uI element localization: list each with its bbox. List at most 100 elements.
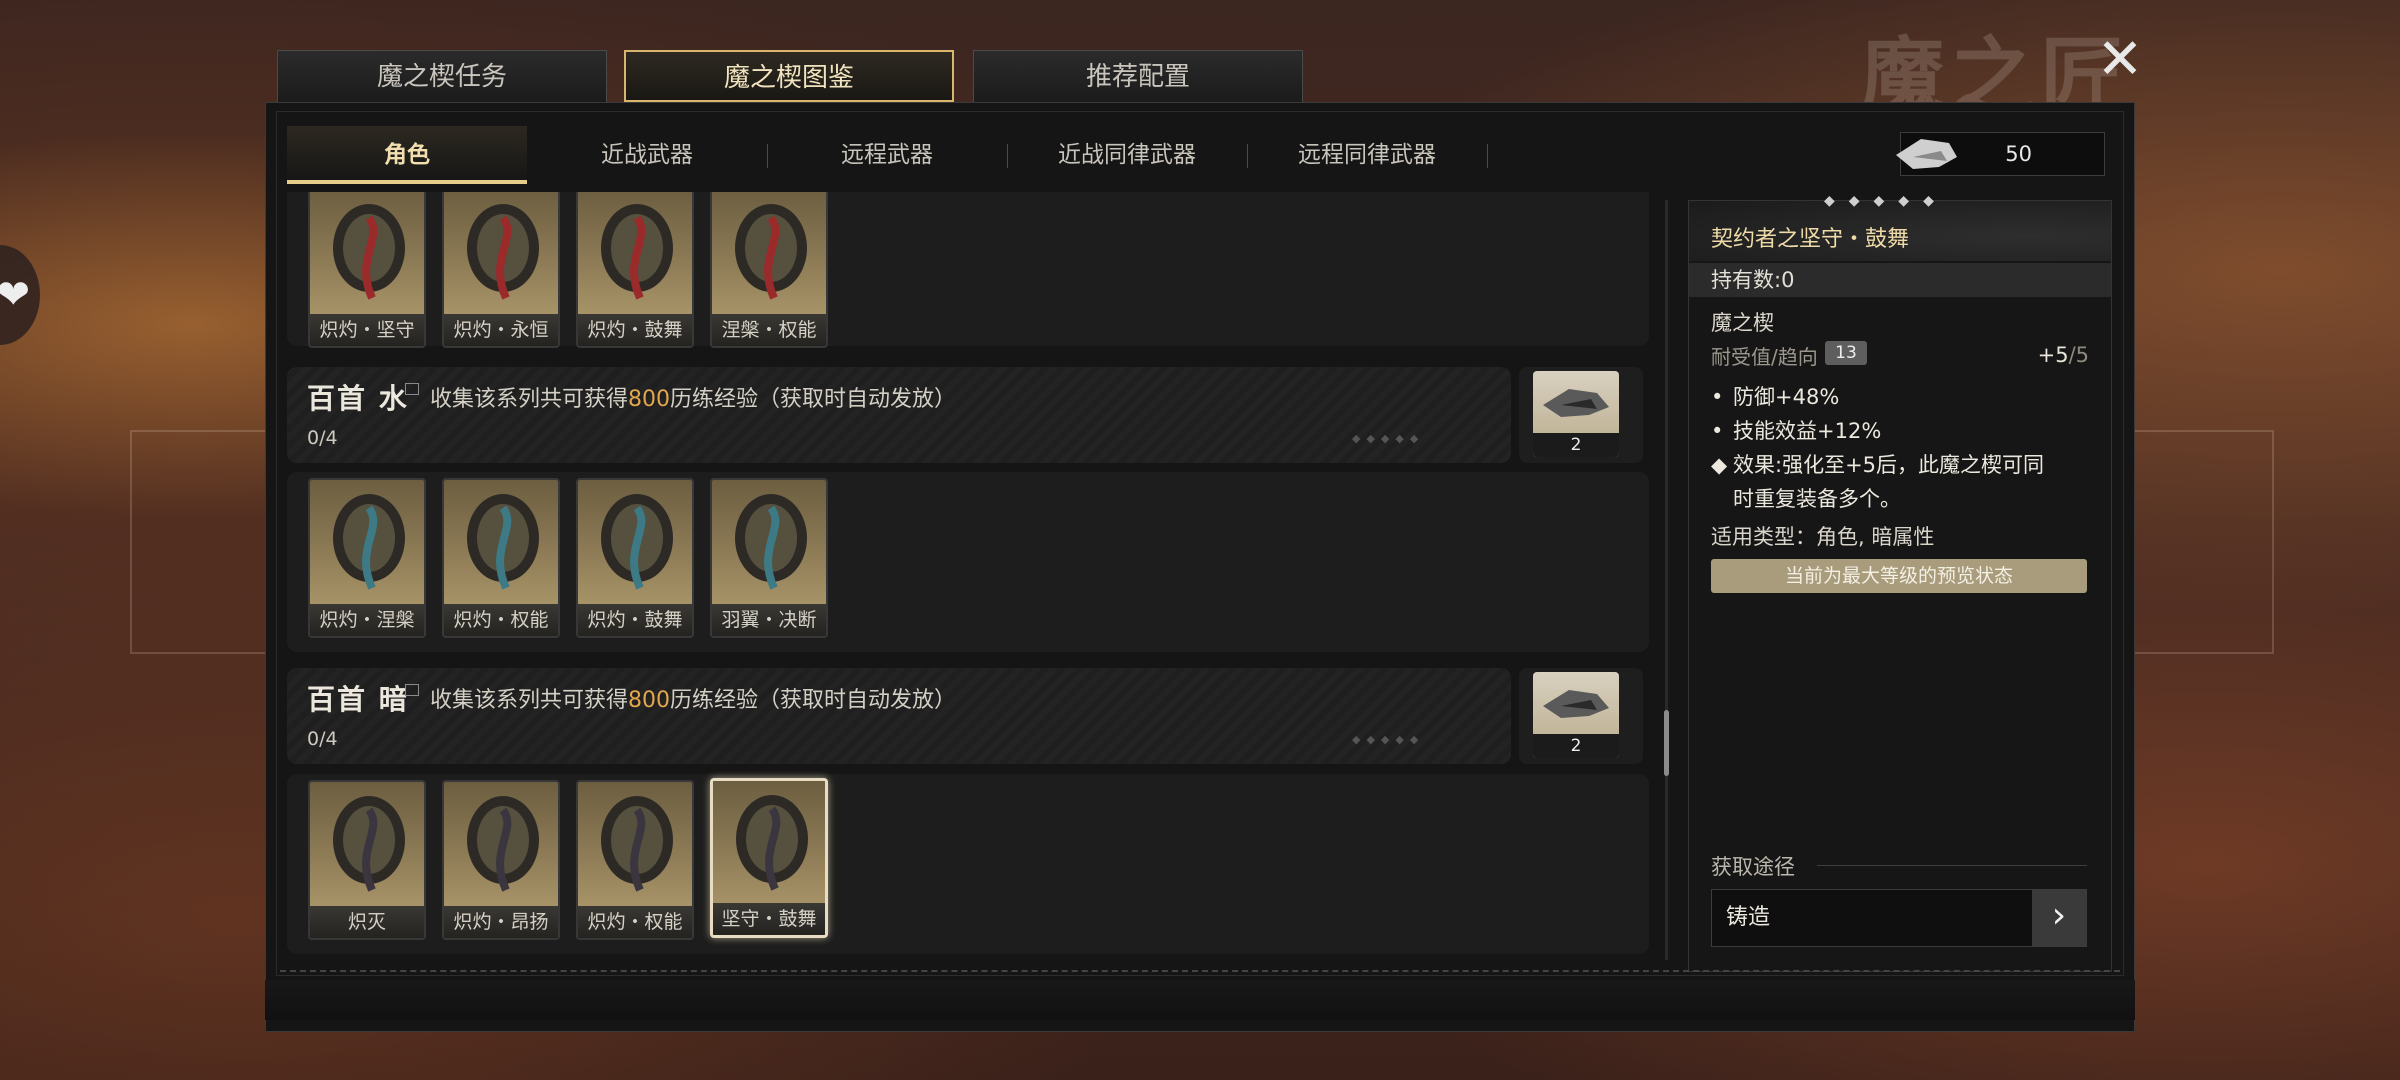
bg-frame-left <box>130 430 274 654</box>
mod-item[interactable]: 炽灼・鼓舞 <box>576 478 694 638</box>
series-reward[interactable]: 2 <box>1519 367 1643 463</box>
footer-strip <box>265 980 2135 1020</box>
mod-art <box>713 781 825 907</box>
mod-currency-icon <box>1896 139 1957 169</box>
series-progress: 0/4 <box>307 427 338 449</box>
series-description: 收集该系列共可获得800历练经验（获取时自动发放） <box>430 387 957 412</box>
mod-item-label: 炽灼・鼓舞 <box>578 314 692 346</box>
mod-item[interactable]: 炽灭 <box>308 780 426 940</box>
reward-item: 2 <box>1533 672 1619 758</box>
currency-value: 50 <box>2005 142 2032 166</box>
mod-item-label: 炽灼・涅槃 <box>310 604 424 636</box>
mod-art <box>578 782 692 908</box>
close-icon[interactable]: ✕ <box>2090 30 2150 90</box>
series-name: 百首 水 <box>307 382 409 415</box>
chevron-right-icon[interactable]: › <box>2032 890 2086 946</box>
mod-item[interactable]: 涅槃・权能 <box>710 192 828 348</box>
footer-divider <box>280 970 2120 973</box>
mod-art <box>578 192 692 316</box>
tab-mod-codex[interactable]: 魔之楔图鉴 <box>624 50 954 102</box>
mod-item-label: 炽灼・鼓舞 <box>578 604 692 636</box>
series-header-water: 百首 水 收集该系列共可获得800历练经验（获取时自动发放） 0/4 ◆◆◆◆◆ <box>287 367 1511 463</box>
reward-quantity: 2 <box>1533 433 1619 457</box>
mod-item[interactable]: 炽灼・鼓舞 <box>576 192 694 348</box>
series-dots: ◆◆◆◆◆ <box>1352 432 1425 445</box>
mod-art <box>444 480 558 606</box>
mod-item-label: 炽灼・永恒 <box>444 314 558 346</box>
series-item-row: 炽灼・涅槃 炽灼・权能 炽灼・鼓舞 羽翼・决断 <box>287 472 1649 652</box>
preview-state-note: 当前为最大等级的预览状态 <box>1711 559 2087 593</box>
tab-ranged-weapon[interactable]: 远程武器 <box>767 126 1007 184</box>
mod-currency-icon <box>1543 389 1609 417</box>
mod-item-label: 炽灼・坚守 <box>310 314 424 346</box>
mod-item[interactable]: 炽灼・涅槃 <box>308 478 426 638</box>
tolerance-label: 耐受值/趋向 <box>1711 345 1818 369</box>
acquire-method: 铸造 <box>1726 905 1771 930</box>
mod-item[interactable]: 炽灼・权能 <box>576 780 694 940</box>
series-description: 收集该系列共可获得800历练经验（获取时自动发放） <box>430 688 957 713</box>
stat-line: 时重复装备多个。 <box>1733 487 1901 511</box>
acquire-divider <box>1817 865 2087 866</box>
mod-item[interactable]: 炽灼・坚守 <box>308 192 426 348</box>
owned-bar: 持有数:0 <box>1689 263 2111 297</box>
series-progress: 0/4 <box>307 728 338 750</box>
detail-title: 契约者之坚守・鼓舞 <box>1711 227 1910 252</box>
tab-melee-weapon[interactable]: 近战武器 <box>527 126 767 184</box>
side-heart-icon[interactable]: ❤ <box>0 245 40 345</box>
series-flag-icon <box>405 684 419 696</box>
currency-display: 50 <box>1896 132 2105 176</box>
mod-item-label: 炽灼・昂扬 <box>444 906 558 938</box>
tab-ranged-resonance-weapon[interactable]: 远程同律武器 <box>1247 126 1487 184</box>
reward-quantity: 2 <box>1533 734 1619 758</box>
series-item-row: 炽灭 炽灼・昂扬 炽灼・权能 坚守・鼓舞 <box>287 774 1649 954</box>
mod-art <box>712 192 826 316</box>
mod-level: +5/5 <box>2037 343 2089 367</box>
acquire-label: 获取途径 <box>1711 855 1795 879</box>
mod-item-label: 涅槃・权能 <box>712 314 826 346</box>
tab-mod-tasks[interactable]: 魔之楔任务 <box>277 50 607 102</box>
list-scrollbar[interactable] <box>1664 200 1669 960</box>
mod-item[interactable]: 炽灼・昂扬 <box>442 780 560 940</box>
stat-line: ◆ 效果:强化至+5后，此魔之楔可同 <box>1711 453 2045 477</box>
tab-recommended-config[interactable]: 推荐配置 <box>973 50 1303 102</box>
mod-item-label: 炽灭 <box>310 906 424 938</box>
tab-divider <box>1487 144 1488 168</box>
series-dots: ◆◆◆◆◆ <box>1352 733 1425 746</box>
mod-item[interactable]: 炽灼・永恒 <box>442 192 560 348</box>
series-header-dark: 百首 暗 收集该系列共可获得800历练经验（获取时自动发放） 0/4 ◆◆◆◆◆ <box>287 668 1511 764</box>
acquire-method-button[interactable]: 铸造 › <box>1711 889 2087 947</box>
series-reward[interactable]: 2 <box>1519 668 1643 764</box>
rank-diamonds: ◆◆◆◆◆ <box>1824 193 1948 209</box>
mod-item-selected[interactable]: 坚守・鼓舞 <box>710 778 828 938</box>
mod-item-label: 羽翼・决断 <box>712 604 826 636</box>
mod-art <box>444 192 558 316</box>
applicable-type: 适用类型：角色, 暗属性 <box>1711 525 1935 549</box>
stat-line: • 技能效益+12% <box>1711 419 1882 443</box>
stat-line: • 防御+48% <box>1711 385 1840 409</box>
mod-item[interactable]: 炽灼・权能 <box>442 478 560 638</box>
mod-type: 魔之楔 <box>1711 311 1774 335</box>
series-item-row: 炽灼・坚守 炽灼・永恒 炽灼・鼓舞 涅槃・权能 <box>287 192 1649 348</box>
tab-melee-resonance-weapon[interactable]: 近战同律武器 <box>1007 126 1247 184</box>
tolerance-badge: 13 <box>1825 341 1867 365</box>
mod-list[interactable]: 炽灼・坚守 炽灼・永恒 炽灼・鼓舞 涅槃・权能 百首 水 收集该系列共可获得80… <box>287 192 1649 960</box>
reward-item: 2 <box>1533 371 1619 457</box>
mod-art <box>444 782 558 908</box>
mod-art <box>310 192 424 316</box>
mod-art <box>578 480 692 606</box>
owned-count: 持有数:0 <box>1711 268 1795 292</box>
mod-item-label: 坚守・鼓舞 <box>713 903 825 935</box>
scroll-thumb[interactable] <box>1664 710 1669 776</box>
tab-character[interactable]: 角色 <box>287 126 527 184</box>
series-flag-icon <box>405 383 419 395</box>
mod-item[interactable]: 羽翼・决断 <box>710 478 828 638</box>
bg-frame-right <box>2130 430 2274 654</box>
mod-art <box>310 782 424 908</box>
mod-item-label: 炽灼・权能 <box>578 906 692 938</box>
exp-amount: 800 <box>628 688 671 713</box>
category-tabs: 角色 近战武器 远程武器 近战同律武器 远程同律武器 <box>287 126 1488 184</box>
mod-art <box>712 480 826 606</box>
mod-art <box>310 480 424 606</box>
mod-currency-icon <box>1543 690 1609 718</box>
exp-amount: 800 <box>628 387 671 412</box>
